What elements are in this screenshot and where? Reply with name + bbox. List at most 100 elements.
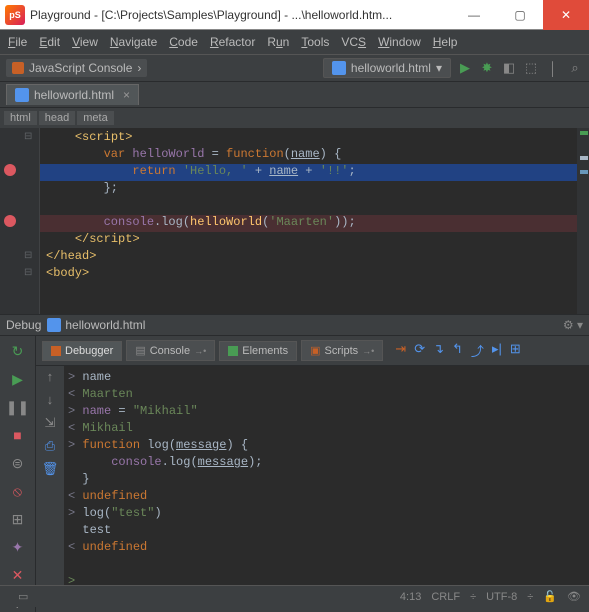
code-area[interactable]: <script> var helloWorld = function(name)… (40, 128, 577, 314)
gutter[interactable]: ⊟ ⊟ ⊟ (0, 128, 40, 314)
step-out-button[interactable]: ↰ (452, 341, 463, 360)
menu-tools[interactable]: Tools (301, 35, 329, 49)
statusbar: ▭ 4:13 CRLF ÷ UTF-8 ÷ 🔓 👁 (0, 585, 589, 607)
run-button[interactable]: ▶ (457, 60, 473, 76)
export-icon[interactable]: ⇲ (45, 416, 56, 431)
console-toolbar: ↑ ↓ ⇲ ⎙ 🗑 (36, 366, 64, 595)
chevron-down-icon: ▾ (436, 61, 442, 75)
debug-tabs: Debugger ▤Console→• Elements ▣Scripts→• … (36, 336, 589, 366)
titlebar: pS Playground - [C:\Projects\Samples\Pla… (0, 0, 589, 30)
view-breakpoints-button[interactable]: ⊜ (9, 454, 27, 472)
marker[interactable] (580, 170, 588, 174)
breadcrumb-item[interactable]: html (4, 111, 37, 125)
pause-button[interactable]: ❚❚ (9, 398, 27, 416)
js-console-button[interactable]: JavaScript Console › (6, 59, 147, 77)
navbar: JavaScript Console › helloworld.html ▾ ▶… (0, 54, 589, 82)
debug-toolwindow-header: Debug helloworld.html ⚙ ▾ (0, 314, 589, 336)
html-file-icon (332, 61, 346, 75)
menu-help[interactable]: Help (433, 35, 458, 49)
chevron-right-icon: › (137, 61, 141, 75)
minimize-button[interactable]: — (451, 0, 497, 30)
layout-button[interactable]: ⊞ (9, 510, 27, 528)
menu-navigate[interactable]: Navigate (110, 35, 157, 49)
line-separator[interactable]: CRLF (431, 591, 460, 603)
menu-code[interactable]: Code (169, 35, 198, 49)
tab-scripts[interactable]: ▣Scripts→• (301, 340, 383, 361)
divider: │ (545, 60, 561, 76)
html-file-icon (47, 318, 61, 332)
menu-edit[interactable]: Edit (39, 35, 60, 49)
window-title: Playground - [C:\Projects\Samples\Playgr… (30, 8, 451, 22)
close-tab-icon[interactable]: × (123, 88, 130, 102)
debug-label: Debug (6, 318, 41, 332)
mute-breakpoints-button[interactable]: ⦸ (9, 482, 27, 500)
step-controls: ⇥ ⟳ ↴ ↰ ⤴ ▸| ⊞ (395, 341, 520, 360)
messages-icon[interactable]: ▭ (18, 590, 28, 603)
fold-icon[interactable]: ⊟ (24, 267, 32, 279)
menu-vcs[interactable]: VCS (341, 35, 366, 49)
editor-tab[interactable]: helloworld.html × (6, 84, 139, 105)
maximize-button[interactable]: ▢ (497, 0, 543, 30)
show-execution-point-button[interactable]: ⇥ (395, 341, 406, 360)
step-over-button[interactable]: ⟳ (414, 341, 425, 360)
debugger-console[interactable]: ↑ ↓ ⇲ ⎙ 🗑 > name < Maarten > name = "Mik… (36, 366, 589, 595)
fold-icon[interactable]: ⊟ (24, 131, 32, 143)
separator: ÷ (527, 591, 533, 603)
resume-button[interactable]: ▶ (9, 370, 27, 388)
gear-icon[interactable]: ⚙ ▾ (563, 318, 583, 332)
stop-button[interactable]: ⬚ (523, 60, 539, 76)
run-to-cursor-button[interactable]: ▸| (492, 341, 502, 360)
print-icon[interactable]: ⎙ (45, 439, 55, 454)
scripts-icon: ▣ (310, 344, 320, 357)
caret-position[interactable]: 4:13 (400, 591, 421, 603)
readonly-icon[interactable]: 🔓 (543, 590, 557, 603)
tab-elements[interactable]: Elements (219, 341, 297, 361)
menu-file[interactable]: File (8, 35, 27, 49)
console-icon: ▤ (135, 344, 145, 357)
separator: ÷ (470, 591, 476, 603)
breakpoint-icon[interactable] (4, 164, 16, 176)
debug-button[interactable]: ✸ (479, 60, 495, 76)
encoding[interactable]: UTF-8 (486, 591, 517, 603)
menubar: File Edit View Navigate Code Refactor Ru… (0, 30, 589, 54)
search-button[interactable]: ⌕ (567, 60, 583, 76)
menu-view[interactable]: View (72, 35, 98, 49)
breadcrumb-item[interactable]: head (39, 111, 75, 125)
menu-refactor[interactable]: Refactor (210, 35, 255, 49)
settings-button[interactable]: ✦ (9, 538, 27, 556)
coverage-button[interactable]: ◧ (501, 60, 517, 76)
step-into-button[interactable]: ↴ (433, 341, 444, 360)
tab-console[interactable]: ▤Console→• (126, 340, 215, 361)
code-editor[interactable]: ⊟ ⊟ ⊟ <script> var helloWorld = function… (0, 128, 589, 314)
menu-window[interactable]: Window (378, 35, 421, 49)
evaluate-button[interactable]: ⊞ (510, 341, 521, 360)
breadcrumb-item[interactable]: meta (77, 111, 113, 125)
drop-frame-button[interactable]: ⤴ (471, 341, 484, 360)
debug-filename: helloworld.html (65, 318, 145, 332)
pin-icon[interactable]: →• (362, 346, 374, 356)
error-stripe[interactable] (577, 128, 589, 314)
debug-side-toolbar: ↻ ▶ ❚❚ ■ ⊜ ⦸ ⊞ ✦ ✕ ? (0, 336, 36, 612)
up-icon[interactable]: ↑ (46, 370, 54, 385)
inspector-icon[interactable]: 👁 (567, 590, 581, 603)
debug-toolwindow: ↻ ▶ ❚❚ ■ ⊜ ⦸ ⊞ ✦ ✕ ? Debugger ▤Console→•… (0, 336, 589, 612)
marker[interactable] (580, 156, 588, 160)
marker-ok[interactable] (580, 131, 588, 135)
run-config-label: helloworld.html (351, 61, 431, 75)
menu-run[interactable]: Run (267, 35, 289, 49)
breakpoint-icon[interactable] (4, 215, 16, 227)
js-console-icon (12, 62, 24, 74)
close-button[interactable]: ✕ (543, 0, 589, 30)
stop-button[interactable]: ■ (9, 426, 27, 444)
rerun-button[interactable]: ↻ (9, 342, 27, 360)
tab-label: helloworld.html (34, 88, 114, 102)
close-button[interactable]: ✕ (9, 566, 27, 584)
pin-icon[interactable]: →• (194, 346, 206, 356)
clear-icon[interactable]: 🗑 (42, 462, 59, 477)
elements-icon (228, 346, 238, 356)
down-icon[interactable]: ↓ (46, 393, 54, 408)
run-config-selector[interactable]: helloworld.html ▾ (323, 58, 451, 78)
tab-debugger[interactable]: Debugger (42, 341, 122, 361)
fold-icon[interactable]: ⊟ (24, 250, 32, 262)
breadcrumb: html head meta (0, 108, 589, 128)
